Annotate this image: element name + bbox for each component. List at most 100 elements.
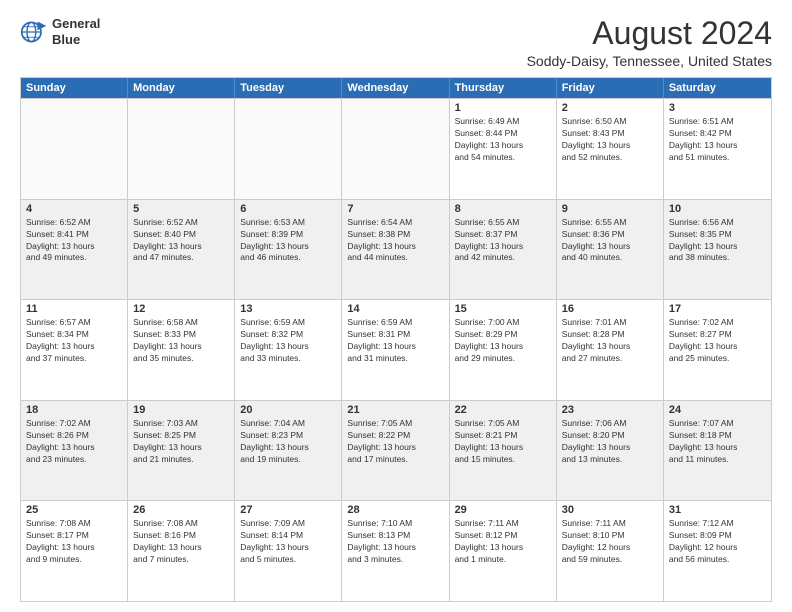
day-number: 14 — [347, 303, 443, 315]
table-row: 15Sunrise: 7:00 AM Sunset: 8:29 PM Dayli… — [450, 300, 557, 400]
cell-text: Sunrise: 7:10 AM Sunset: 8:13 PM Dayligh… — [347, 518, 443, 566]
calendar-row-2: 4 Sunrise: 6:52 AM Sunset: 8:41 PM Daylig… — [21, 199, 771, 300]
cell-text: Sunrise: 7:03 AM Sunset: 8:25 PM Dayligh… — [133, 418, 229, 466]
cell-text: Sunrise: 6:52 AM Sunset: 8:41 PM Dayligh… — [26, 217, 122, 265]
cell-text: Sunrise: 7:05 AM Sunset: 8:22 PM Dayligh… — [347, 418, 443, 466]
day-number: 24 — [669, 404, 766, 416]
header-monday: Monday — [128, 78, 235, 98]
table-row: 3 Sunrise: 6:51 AM Sunset: 8:42 PM Daylig… — [664, 99, 771, 199]
table-row — [235, 99, 342, 199]
cell-text: Sunrise: 7:08 AM Sunset: 8:17 PM Dayligh… — [26, 518, 122, 566]
table-row: 31Sunrise: 7:12 AM Sunset: 8:09 PM Dayli… — [664, 501, 771, 601]
table-row: 4 Sunrise: 6:52 AM Sunset: 8:41 PM Daylig… — [21, 200, 128, 300]
cell-text: Sunrise: 7:06 AM Sunset: 8:20 PM Dayligh… — [562, 418, 658, 466]
table-row: 2 Sunrise: 6:50 AM Sunset: 8:43 PM Daylig… — [557, 99, 664, 199]
table-row — [128, 99, 235, 199]
table-row: 21 Sunrise: 7:05 AM Sunset: 8:22 PM Dayli… — [342, 401, 449, 501]
cell-text: Sunrise: 7:11 AM Sunset: 8:12 PM Dayligh… — [455, 518, 551, 566]
day-number: 10 — [669, 203, 766, 215]
header-friday: Friday — [557, 78, 664, 98]
main-title: August 2024 — [527, 16, 772, 51]
cell-text: Sunrise: 6:50 AM Sunset: 8:43 PM Dayligh… — [562, 116, 658, 164]
day-number: 31 — [669, 504, 766, 516]
header-sunday: Sunday — [21, 78, 128, 98]
day-number: 12 — [133, 303, 229, 315]
cell-text: Sunrise: 6:57 AM Sunset: 8:34 PM Dayligh… — [26, 317, 122, 365]
table-row: 29 Sunrise: 7:11 AM Sunset: 8:12 PM Dayli… — [450, 501, 557, 601]
calendar-header: Sunday Monday Tuesday Wednesday Thursday… — [21, 78, 771, 98]
cell-text: Sunrise: 7:01 AM Sunset: 8:28 PM Dayligh… — [562, 317, 658, 365]
table-row: 12 Sunrise: 6:58 AM Sunset: 8:33 PM Dayli… — [128, 300, 235, 400]
cell-text: Sunrise: 6:53 AM Sunset: 8:39 PM Dayligh… — [240, 217, 336, 265]
logo-icon — [20, 18, 48, 46]
table-row: 24 Sunrise: 7:07 AM Sunset: 8:18 PM Dayli… — [664, 401, 771, 501]
day-number: 3 — [669, 102, 766, 114]
logo-text: General Blue — [52, 16, 100, 47]
table-row: 10 Sunrise: 6:56 AM Sunset: 8:35 PM Dayli… — [664, 200, 771, 300]
cell-text: Sunrise: 6:56 AM Sunset: 8:35 PM Dayligh… — [669, 217, 766, 265]
day-number: 19 — [133, 404, 229, 416]
day-number: 6 — [240, 203, 336, 215]
table-row: 5Sunrise: 6:52 AM Sunset: 8:40 PM Daylig… — [128, 200, 235, 300]
cell-text: Sunrise: 7:05 AM Sunset: 8:21 PM Dayligh… — [455, 418, 551, 466]
table-row: 26 Sunrise: 7:08 AM Sunset: 8:16 PM Dayli… — [128, 501, 235, 601]
table-row: 17Sunrise: 7:02 AM Sunset: 8:27 PM Dayli… — [664, 300, 771, 400]
day-number: 13 — [240, 303, 336, 315]
page: General Blue August 2024 Soddy-Daisy, Te… — [0, 0, 792, 612]
cell-text: Sunrise: 6:59 AM Sunset: 8:32 PM Dayligh… — [240, 317, 336, 365]
header-wednesday: Wednesday — [342, 78, 449, 98]
calendar-body: 1Sunrise: 6:49 AM Sunset: 8:44 PM Daylig… — [21, 98, 771, 601]
calendar-row-3: 11 Sunrise: 6:57 AM Sunset: 8:34 PM Dayli… — [21, 299, 771, 400]
calendar-row-5: 25Sunrise: 7:08 AM Sunset: 8:17 PM Dayli… — [21, 500, 771, 601]
subtitle: Soddy-Daisy, Tennessee, United States — [527, 53, 772, 69]
table-row: 25Sunrise: 7:08 AM Sunset: 8:17 PM Dayli… — [21, 501, 128, 601]
table-row: 30Sunrise: 7:11 AM Sunset: 8:10 PM Dayli… — [557, 501, 664, 601]
table-row: 1Sunrise: 6:49 AM Sunset: 8:44 PM Daylig… — [450, 99, 557, 199]
table-row: 19 Sunrise: 7:03 AM Sunset: 8:25 PM Dayli… — [128, 401, 235, 501]
day-number: 11 — [26, 303, 122, 315]
table-row: 13 Sunrise: 6:59 AM Sunset: 8:32 PM Dayli… — [235, 300, 342, 400]
cell-text: Sunrise: 7:00 AM Sunset: 8:29 PM Dayligh… — [455, 317, 551, 365]
calendar: Sunday Monday Tuesday Wednesday Thursday… — [20, 77, 772, 602]
table-row: 16 Sunrise: 7:01 AM Sunset: 8:28 PM Dayli… — [557, 300, 664, 400]
cell-text: Sunrise: 6:55 AM Sunset: 8:37 PM Dayligh… — [455, 217, 551, 265]
day-number: 16 — [562, 303, 658, 315]
cell-text: Sunrise: 6:52 AM Sunset: 8:40 PM Dayligh… — [133, 217, 229, 265]
day-number: 18 — [26, 404, 122, 416]
table-row: 9 Sunrise: 6:55 AM Sunset: 8:36 PM Daylig… — [557, 200, 664, 300]
day-number: 20 — [240, 404, 336, 416]
calendar-row-4: 18 Sunrise: 7:02 AM Sunset: 8:26 PM Dayli… — [21, 400, 771, 501]
table-row: 18 Sunrise: 7:02 AM Sunset: 8:26 PM Dayli… — [21, 401, 128, 501]
table-row: 23 Sunrise: 7:06 AM Sunset: 8:20 PM Dayli… — [557, 401, 664, 501]
header-tuesday: Tuesday — [235, 78, 342, 98]
cell-text: Sunrise: 6:59 AM Sunset: 8:31 PM Dayligh… — [347, 317, 443, 365]
cell-text: Sunrise: 7:09 AM Sunset: 8:14 PM Dayligh… — [240, 518, 336, 566]
day-number: 29 — [455, 504, 551, 516]
cell-text: Sunrise: 6:51 AM Sunset: 8:42 PM Dayligh… — [669, 116, 766, 164]
cell-text: Sunrise: 6:55 AM Sunset: 8:36 PM Dayligh… — [562, 217, 658, 265]
cell-text: Sunrise: 7:07 AM Sunset: 8:18 PM Dayligh… — [669, 418, 766, 466]
header-thursday: Thursday — [450, 78, 557, 98]
day-number: 21 — [347, 404, 443, 416]
title-block: August 2024 Soddy-Daisy, Tennessee, Unit… — [527, 16, 772, 69]
day-number: 26 — [133, 504, 229, 516]
day-number: 7 — [347, 203, 443, 215]
day-number: 8 — [455, 203, 551, 215]
day-number: 28 — [347, 504, 443, 516]
cell-text: Sunrise: 7:02 AM Sunset: 8:26 PM Dayligh… — [26, 418, 122, 466]
cell-text: Sunrise: 7:08 AM Sunset: 8:16 PM Dayligh… — [133, 518, 229, 566]
cell-text: Sunrise: 7:11 AM Sunset: 8:10 PM Dayligh… — [562, 518, 658, 566]
table-row: 8 Sunrise: 6:55 AM Sunset: 8:37 PM Daylig… — [450, 200, 557, 300]
day-number: 4 — [26, 203, 122, 215]
day-number: 9 — [562, 203, 658, 215]
cell-text: Sunrise: 6:58 AM Sunset: 8:33 PM Dayligh… — [133, 317, 229, 365]
cell-text: Sunrise: 6:54 AM Sunset: 8:38 PM Dayligh… — [347, 217, 443, 265]
table-row: 28 Sunrise: 7:10 AM Sunset: 8:13 PM Dayli… — [342, 501, 449, 601]
cell-text: Sunrise: 7:02 AM Sunset: 8:27 PM Dayligh… — [669, 317, 766, 365]
day-number: 2 — [562, 102, 658, 114]
table-row: 6 Sunrise: 6:53 AM Sunset: 8:39 PM Daylig… — [235, 200, 342, 300]
cell-text: Sunrise: 7:04 AM Sunset: 8:23 PM Dayligh… — [240, 418, 336, 466]
day-number: 23 — [562, 404, 658, 416]
calendar-row-1: 1Sunrise: 6:49 AM Sunset: 8:44 PM Daylig… — [21, 98, 771, 199]
table-row: 22Sunrise: 7:05 AM Sunset: 8:21 PM Dayli… — [450, 401, 557, 501]
